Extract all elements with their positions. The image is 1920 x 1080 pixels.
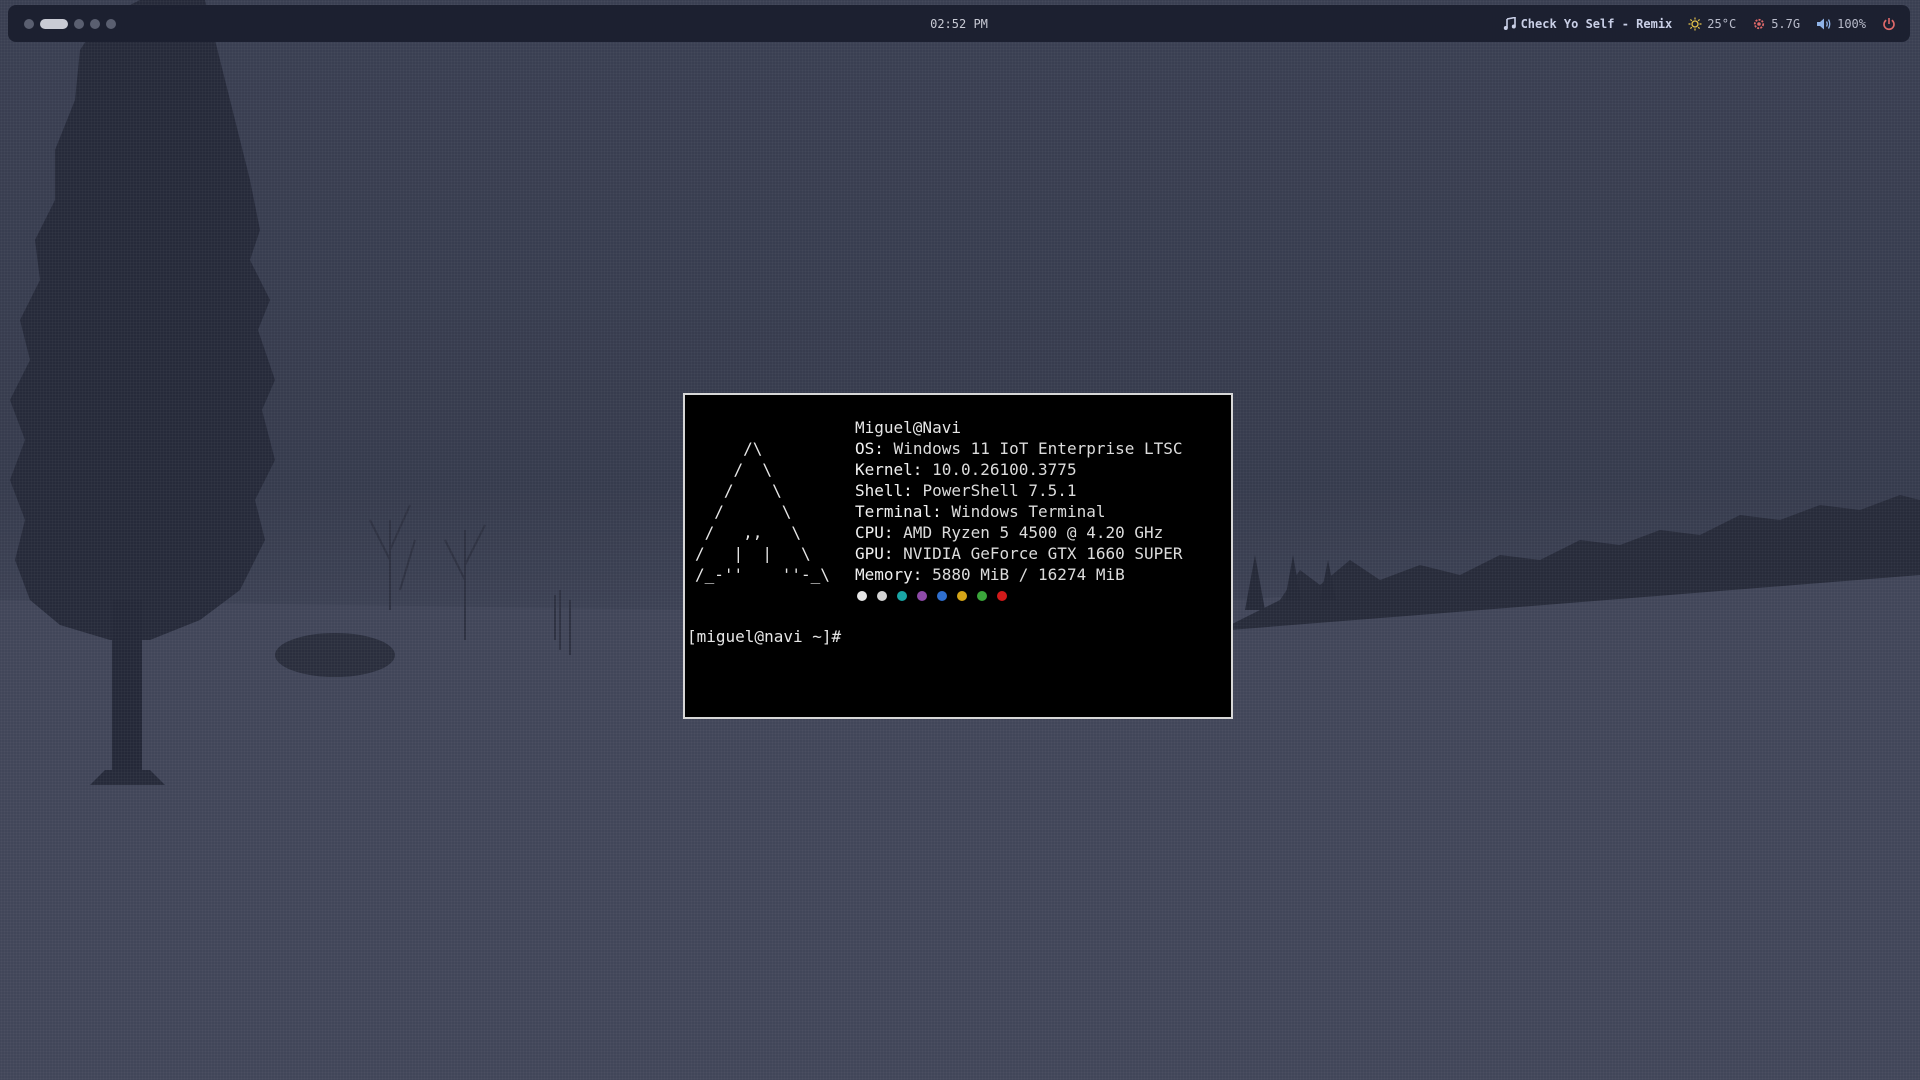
info-memory: Memory: 5880 MiB / 16274 MiB: [855, 565, 1125, 584]
top-status-bar: 02:52 PM Check Yo Self - Remix 25°C 5.7G: [8, 5, 1910, 42]
info-cpu: CPU: AMD Ryzen 5 4500 @ 4.20 GHz: [855, 523, 1164, 542]
palette-swatch-7: [977, 591, 987, 601]
media-player-widget[interactable]: Check Yo Self - Remix: [1503, 16, 1673, 31]
info-shell: Shell: PowerShell 7.5.1: [855, 481, 1077, 500]
color-palette: [855, 591, 1183, 601]
gear-icon: [1752, 17, 1766, 31]
desktop-wallpaper: 02:52 PM Check Yo Self - Remix 25°C 5.7G: [0, 0, 1920, 1080]
fetch-system-info: Miguel@Navi OS: Windows 11 IoT Enterpris…: [855, 417, 1183, 601]
info-gpu: GPU: NVIDIA GeForce GTX 1660 SUPER: [855, 544, 1183, 563]
info-terminal: Terminal: Windows Terminal: [855, 502, 1106, 521]
palette-swatch-2: [877, 591, 887, 601]
volume-value: 100%: [1837, 16, 1866, 31]
power-icon: [1882, 17, 1896, 31]
palette-swatch-8: [997, 591, 1007, 601]
temperature-value: 25°C: [1707, 16, 1737, 31]
speaker-icon: [1816, 17, 1832, 31]
volume-widget[interactable]: 100%: [1816, 17, 1866, 31]
sun-icon: [1688, 17, 1702, 31]
info-kernel: Kernel: 10.0.26100.3775: [855, 460, 1077, 479]
shell-prompt[interactable]: [miguel@navi ~]#: [687, 626, 841, 647]
system-tray: Check Yo Self - Remix 25°C 5.7G 100%: [1503, 5, 1896, 42]
media-title: Check Yo Self - Remix: [1520, 16, 1673, 31]
terminal-window[interactable]: /\ / \ / \ / \ / ,, \ / | | \ /_-'' ''-_…: [683, 393, 1233, 719]
user-host: Miguel@Navi: [855, 418, 961, 437]
palette-swatch-6: [957, 591, 967, 601]
music-note-icon: [1503, 17, 1516, 30]
memory-usage-value: 5.7G: [1771, 16, 1801, 31]
os-logo-ascii-art: /\ / \ / \ / \ / ,, \ / | | \ /_-'' ''-_…: [695, 439, 830, 584]
weather-widget[interactable]: 25°C: [1688, 17, 1736, 31]
power-button[interactable]: [1882, 17, 1896, 31]
memory-widget[interactable]: 5.7G: [1752, 17, 1800, 31]
prompt-text: [miguel@navi ~]#: [687, 627, 842, 646]
palette-swatch-3: [897, 591, 907, 601]
palette-swatch-5: [937, 591, 947, 601]
info-os: OS: Windows 11 IoT Enterprise LTSC: [855, 439, 1183, 458]
palette-swatch-4: [917, 591, 927, 601]
palette-swatch-1: [857, 591, 867, 601]
